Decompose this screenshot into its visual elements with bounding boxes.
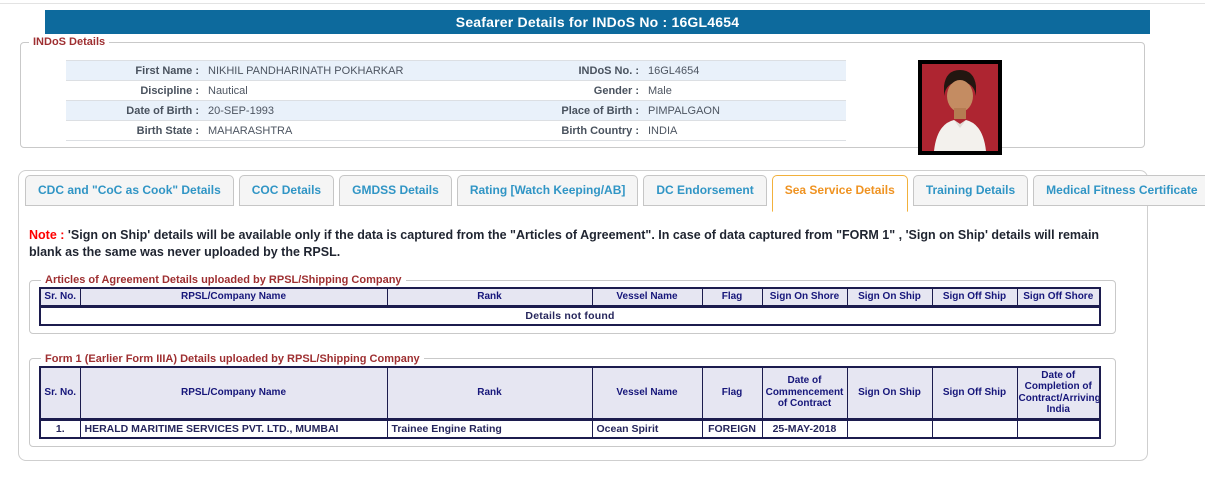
cell-date-of-commencement: 25-MAY-2018 [761,418,848,438]
portrait-image [922,64,998,151]
articles-legend: Articles of Agreement Details uploaded b… [45,274,402,286]
form1-table: Sr. No. RPSL/Company Name Rank Vessel Na… [39,365,1101,439]
articles-of-agreement-section: Articles of Agreement Details uploaded b… [29,274,1116,334]
col-header-vessel-name: Vessel Name [591,366,703,420]
seafarer-photo [918,60,1002,155]
articles-table: Sr. No. RPSL/Company Name Rank Vessel Na… [39,287,1101,326]
tab-bar: CDC and "CoC as Cook" Details COC Detail… [25,175,1205,212]
page-title: Seafarer Details for INDoS No : 16GL4654 [45,10,1150,34]
articles-header-row: Sr. No. RPSL/Company Name Rank Vessel Na… [39,287,1101,307]
col-header-company: RPSL/Company Name [79,366,388,420]
field-value: MAHARASHTRA [206,120,536,141]
details-not-found-message: Details not found [39,305,1101,325]
tab-gmdss-details[interactable]: GMDSS Details [339,175,452,206]
tab-dc-endorsement[interactable]: DC Endorsement [643,175,767,206]
details-row: First Name : NIKHIL PANDHARINATH POKHARK… [66,60,846,81]
col-header-sign-on-ship: Sign On Ship [846,287,933,307]
col-header-rank: Rank [386,366,593,420]
col-header-rank: Rank [386,287,593,307]
col-header-sr-no: Sr. No. [39,287,81,307]
field-label: Birth State : [66,120,206,141]
cell-date-of-completion [1016,418,1101,438]
field-label: Place of Birth : [536,100,646,121]
empty-row: Details not found [39,305,1101,325]
details-row: Birth State : MAHARASHTRA Birth Country … [66,120,846,141]
top-divider [0,3,1205,4]
col-header-flag: Flag [701,287,763,307]
cell-sign-off-ship [931,418,1018,438]
field-value: Male [646,80,846,101]
indos-details-section: INDoS Details First Name : NIKHIL PANDHA… [20,36,1145,155]
col-header-flag: Flag [701,366,763,420]
field-value: NIKHIL PANDHARINATH POKHARKAR [206,60,536,81]
tab-rating-watch-keeping-ab[interactable]: Rating [Watch Keeping/AB] [456,175,639,206]
col-header-vessel-name: Vessel Name [591,287,703,307]
field-label: Discipline : [66,80,206,101]
cell-sign-on-ship [846,418,933,438]
field-value: 20-SEP-1993 [206,100,536,121]
field-value: Nautical [206,80,536,101]
col-header-sign-off-ship: Sign Off Ship [931,366,1018,420]
table-row: 1. HERALD MARITIME SERVICES PVT. LTD., M… [39,418,1101,438]
tab-training-details[interactable]: Training Details [912,175,1029,206]
tab-coc-details[interactable]: COC Details [238,175,335,206]
details-row: Discipline : Nautical Gender : Male [66,80,846,101]
col-header-sign-on-ship: Sign On Ship [846,366,933,420]
col-header-sr-no: Sr. No. [39,366,81,420]
field-label: INDoS No. : [536,60,646,81]
tab-cdc-coc-as-cook-details[interactable]: CDC and "CoC as Cook" Details [25,175,234,206]
field-value: PIMPALGAON [646,100,846,121]
form1-header-row: Sr. No. RPSL/Company Name Rank Vessel Na… [39,366,1101,420]
field-value: INDIA [646,120,846,141]
col-header-company: RPSL/Company Name [79,287,388,307]
note-body: 'Sign on Ship' details will be available… [29,228,1100,259]
col-header-sign-on-shore: Sign On Shore [761,287,848,307]
cell-flag: FOREIGN [701,418,763,438]
field-label: Gender : [536,80,646,101]
field-label: Date of Birth : [66,100,206,121]
field-label: Birth Country : [536,120,646,141]
content-panel: CDC and "CoC as Cook" Details COC Detail… [18,170,1205,461]
cell-sr-no: 1. [39,418,81,438]
col-header-date-of-commencement: Date of Commencement of Contract [761,366,848,420]
indos-details-table: First Name : NIKHIL PANDHARINATH POKHARK… [66,60,846,141]
note-prefix: Note : [29,228,65,242]
note-text: Note : 'Sign on Ship' details will be av… [29,227,1114,260]
cell-company: HERALD MARITIME SERVICES PVT. LTD., MUMB… [79,418,388,438]
field-label: First Name : [66,60,206,81]
details-row: Date of Birth : 20-SEP-1993 Place of Bir… [66,100,846,121]
col-header-sign-off-ship: Sign Off Ship [931,287,1018,307]
form1-legend: Form 1 (Earlier Form IIIA) Details uploa… [45,352,420,365]
col-header-sign-off-shore: Sign Off Shore [1016,287,1101,307]
tab-medical-fitness-certificate[interactable]: Medical Fitness Certificate [1033,175,1205,206]
cell-rank: Trainee Engine Rating [386,418,593,438]
cell-vessel-name: Ocean Spirit [591,418,703,438]
indos-details-legend: INDoS Details [33,36,106,48]
form1-section: Form 1 (Earlier Form IIIA) Details uploa… [29,352,1116,447]
field-value: 16GL4654 [646,60,846,81]
tab-sea-service-details[interactable]: Sea Service Details [771,175,908,212]
col-header-date-of-completion: Date of Completion of Contract/Arriving … [1016,366,1101,420]
